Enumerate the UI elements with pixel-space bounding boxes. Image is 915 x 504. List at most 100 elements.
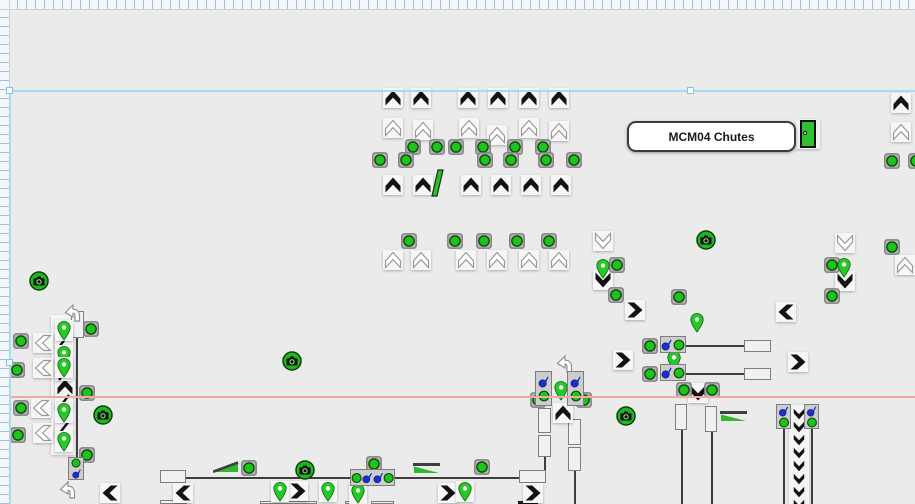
status-indicator-icon[interactable] [642,338,658,354]
status-indicator-icon[interactable] [642,366,658,382]
conveyor-segment[interactable] [538,435,551,457]
location-pin-icon[interactable] [554,381,568,401]
status-indicator-icon[interactable] [241,460,257,476]
location-pin-icon[interactable] [55,402,73,423]
status-indicator-icon[interactable] [401,233,417,249]
black-chevron-down-icon[interactable] [791,433,807,447]
white-chevron-up-icon[interactable] [891,122,911,142]
selection-handle[interactable] [6,359,13,366]
selection-handle[interactable] [687,87,694,94]
control-panel[interactable] [804,404,819,429]
location-pin-icon[interactable] [456,481,474,502]
white-chevron-up-icon[interactable] [383,250,403,270]
location-pin-icon[interactable] [690,313,704,333]
conveyor-segment[interactable] [675,404,687,430]
black-chevron-up-icon[interactable] [461,175,481,195]
status-indicator-icon[interactable] [566,152,582,168]
white-chevron-down-icon[interactable] [835,233,855,253]
ramp-indicator[interactable] [213,461,240,473]
white-chevron-up-icon[interactable] [411,250,431,270]
status-indicator-icon[interactable] [448,139,464,155]
location-pin-icon[interactable] [319,481,337,502]
camera-indicator-icon[interactable] [295,460,315,480]
conveyor-segment[interactable] [568,447,581,471]
white-chevron-left-icon[interactable] [33,333,53,353]
black-chevron-right-icon[interactable] [613,350,633,370]
location-pin-icon[interactable] [271,481,289,502]
control-panel[interactable] [68,457,84,480]
chute-group-button[interactable]: MCM04 Chutes [627,121,796,152]
control-panel[interactable] [660,364,686,381]
status-indicator-icon[interactable] [884,239,900,255]
location-pin-icon[interactable] [596,259,610,279]
black-chevron-up-icon[interactable] [891,93,911,113]
black-chevron-left-icon[interactable] [173,483,193,503]
control-panel[interactable] [660,336,686,353]
status-indicator-icon[interactable] [671,289,687,305]
location-pin-icon[interactable] [349,483,367,504]
location-pin-icon[interactable] [55,320,73,341]
conveyor-segment[interactable] [705,406,717,432]
camera-indicator-icon[interactable] [29,271,49,291]
black-chevron-right-icon[interactable] [288,481,308,501]
status-indicator-icon[interactable] [509,233,525,249]
control-panel[interactable] [567,371,584,406]
black-chevron-right-icon[interactable] [625,300,645,320]
status-indicator-icon[interactable] [538,152,554,168]
camera-indicator-icon[interactable] [93,405,113,425]
black-chevron-down-icon[interactable] [791,498,807,504]
gate-indicator[interactable] [430,168,445,198]
conveyor-segment[interactable] [744,368,771,380]
camera-indicator-icon[interactable] [282,351,302,371]
white-chevron-left-icon[interactable] [31,398,51,418]
black-chevron-up-icon[interactable] [553,403,573,423]
status-indicator-icon[interactable] [609,257,625,273]
location-pin-icon[interactable] [55,357,73,378]
status-indicator-icon[interactable] [608,287,624,303]
black-chevron-left-icon[interactable] [100,483,120,503]
status-indicator-icon[interactable] [476,233,492,249]
location-pin-icon[interactable] [55,431,73,452]
status-indicator-icon[interactable] [13,333,29,349]
status-indicator-icon[interactable] [13,400,29,416]
white-chevron-down-icon[interactable] [593,231,613,251]
black-chevron-right-icon[interactable] [523,483,543,503]
white-chevron-up-icon[interactable] [549,121,569,141]
conveyor-segment[interactable] [519,470,546,483]
status-indicator-icon[interactable] [824,288,840,304]
ramp-indicator[interactable] [720,410,747,422]
status-indicator-icon[interactable] [10,427,26,443]
ramp-indicator[interactable] [413,462,440,474]
conveyor-segment[interactable] [538,408,551,433]
white-chevron-up-icon[interactable] [549,250,569,270]
status-indicator-icon[interactable] [372,152,388,168]
black-chevron-right-icon[interactable] [438,483,458,503]
conveyor-segment[interactable] [744,340,771,352]
black-chevron-down-icon[interactable] [791,459,807,473]
white-chevron-up-icon[interactable] [487,250,507,270]
status-indicator-icon[interactable] [541,233,557,249]
white-chevron-up-icon[interactable] [383,118,403,138]
status-indicator-icon[interactable] [429,139,445,155]
control-panel[interactable] [350,469,395,486]
black-chevron-right-icon[interactable] [788,352,808,372]
black-chevron-down-icon[interactable] [791,446,807,460]
status-indicator-icon[interactable] [398,152,414,168]
black-chevron-left-icon[interactable] [776,302,796,322]
black-chevron-up-icon[interactable] [383,175,403,195]
door-indicator[interactable] [796,119,820,149]
status-indicator-icon[interactable] [477,152,493,168]
white-chevron-up-icon[interactable] [519,250,539,270]
black-chevron-up-icon[interactable] [521,175,541,195]
control-panel[interactable] [776,404,791,429]
white-chevron-left-icon[interactable] [33,423,53,443]
white-chevron-up-icon[interactable] [895,255,915,275]
status-indicator-icon[interactable] [447,233,463,249]
white-chevron-up-icon[interactable] [456,250,476,270]
white-chevron-up-icon[interactable] [519,118,539,138]
white-chevron-left-icon[interactable] [33,358,53,378]
status-indicator-icon[interactable] [474,459,490,475]
selection-handle[interactable] [6,87,13,94]
black-chevron-up-icon[interactable] [551,175,571,195]
white-chevron-up-icon[interactable] [459,118,479,138]
